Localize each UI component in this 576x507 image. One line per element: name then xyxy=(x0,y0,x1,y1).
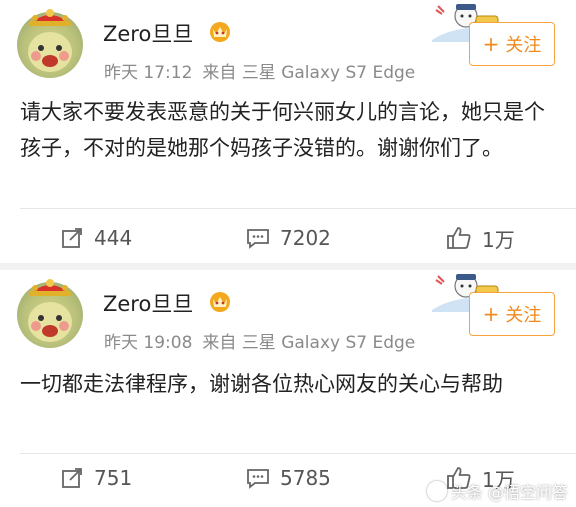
watermark-icon xyxy=(426,481,447,501)
watermark: 头条 @悟空问答 xyxy=(426,479,568,503)
weibo-post: Zero旦旦 昨天 19:08 来自 三星 Galaxy S7 Edge + 关注… xyxy=(0,270,576,507)
post-meta: 昨天 17:12 来自 三星 Galaxy S7 Edge xyxy=(104,58,425,83)
username[interactable]: Zero旦旦 xyxy=(103,288,193,318)
follow-label: 关注 xyxy=(505,305,542,326)
hat-icon xyxy=(29,279,71,296)
face-icon xyxy=(28,302,72,342)
post-meta: 昨天 19:08 来自 三星 Galaxy S7 Edge xyxy=(104,328,425,353)
face-icon xyxy=(28,32,72,72)
username[interactable]: Zero旦旦 xyxy=(103,18,193,48)
post-content: 请大家不要发表恶意的关于何兴丽女儿的言论，她只是个孩子，不对的是她那个妈孩子没错… xyxy=(20,100,545,160)
post-source: 来自 三星 Galaxy S7 Edge xyxy=(202,333,416,353)
post-source: 来自 三星 Galaxy S7 Edge xyxy=(202,63,416,83)
repost-button[interactable]: 751 xyxy=(60,454,132,502)
follow-label: 关注 xyxy=(505,35,542,56)
action-bar: 444 7202 1万 xyxy=(0,214,576,262)
weibo-post: Zero旦旦 昨天 17:12 来自 三星 Galaxy S7 Edge + 关注… xyxy=(0,0,576,263)
repost-count: 751 xyxy=(94,466,133,490)
comment-icon xyxy=(247,229,269,249)
plus-icon: + xyxy=(482,32,500,56)
comment-count: 7202 xyxy=(280,226,331,250)
hat-icon xyxy=(29,9,71,26)
comment-button[interactable]: 5785 xyxy=(246,454,331,502)
avatar-icon[interactable] xyxy=(17,279,83,348)
post-content: 一切都走法律程序，谢谢各位热心网友的关心与帮助 xyxy=(20,372,503,396)
repost-icon xyxy=(62,228,82,248)
repost-count: 444 xyxy=(94,226,133,250)
divider xyxy=(20,208,576,209)
plus-icon: + xyxy=(482,302,500,326)
avatar-icon[interactable] xyxy=(17,9,83,78)
thumbs-up-icon xyxy=(447,227,471,249)
comment-count: 5785 xyxy=(280,466,331,490)
watermark-text: 头条 @悟空问答 xyxy=(450,483,568,502)
comment-button[interactable]: 7202 xyxy=(246,214,331,262)
crown-icon xyxy=(210,292,230,312)
repost-icon xyxy=(62,468,82,488)
follow-button[interactable]: + 关注 xyxy=(469,22,555,66)
crown-icon xyxy=(210,22,230,42)
like-button[interactable]: 1万 xyxy=(446,214,515,262)
like-count: 1万 xyxy=(482,227,515,252)
post-time: 昨天 17:12 xyxy=(104,63,193,83)
comment-icon xyxy=(247,469,269,489)
follow-button[interactable]: + 关注 xyxy=(469,292,555,336)
post-time: 昨天 19:08 xyxy=(104,333,193,353)
repost-button[interactable]: 444 xyxy=(60,214,132,262)
